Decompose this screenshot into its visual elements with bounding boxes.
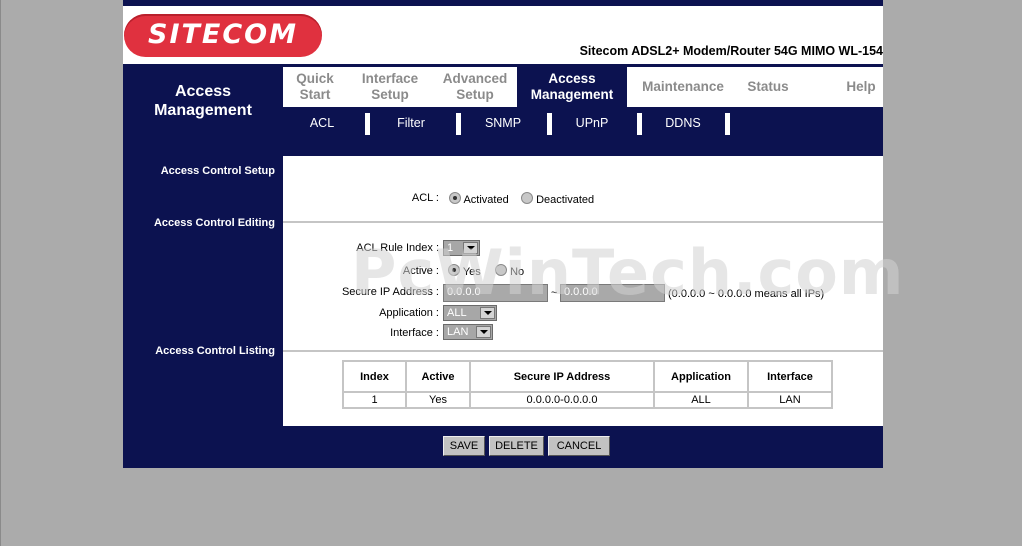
tab-label: Help — [846, 79, 876, 94]
column-header-secure-ip: Secure IP Address — [469, 360, 655, 393]
column-header-index: Index — [342, 360, 407, 393]
tab-label: Status — [747, 79, 789, 94]
subtab-filter[interactable]: Filter — [371, 113, 451, 133]
radio-unchecked-icon[interactable] — [521, 192, 533, 204]
section-title: Access Management — [123, 67, 283, 135]
section-label-editing: Access Control Editing — [153, 217, 275, 229]
tab-interface-setup[interactable]: Interface Setup — [347, 67, 433, 107]
router-page: SITECOM Sitecom ADSL2+ Modem/Router 54G … — [123, 0, 903, 468]
section-label-listing: Access Control Listing — [155, 345, 275, 357]
model-title: Sitecom ADSL2+ Modem/Router 54G MIMO WL-… — [579, 44, 883, 58]
subtab-ddns[interactable]: DDNS — [641, 113, 725, 133]
table-row: 1 Yes 0.0.0.0-0.0.0.0 ALL LAN — [342, 391, 833, 409]
save-button[interactable]: SAVE — [443, 436, 485, 456]
table-cell-application: ALL — [653, 391, 749, 409]
acl-listing-table: Index Active Secure IP Address Applicati… — [342, 360, 833, 409]
tab-label: Maintenance — [642, 79, 724, 94]
logo-text: SITECOM — [148, 19, 298, 50]
section-title-line2: Management — [154, 102, 252, 119]
tab-label-line2: Management — [530, 87, 614, 102]
tab-advanced-setup[interactable]: Advanced Setup — [433, 67, 517, 107]
table-cell-secure-ip: 0.0.0.0-0.0.0.0 — [469, 391, 655, 409]
subtab-upnp[interactable]: UPnP — [553, 113, 631, 133]
cancel-button[interactable]: CANCEL — [548, 436, 610, 456]
page-header: SITECOM Sitecom ADSL2+ Modem/Router 54G … — [123, 0, 883, 64]
tab-quick-start[interactable]: Quick Start — [283, 67, 347, 107]
subnav-separator — [725, 113, 730, 135]
acl-label: ACL : — [411, 192, 439, 204]
column-header-active: Active — [405, 360, 471, 393]
tab-help[interactable]: Help — [831, 67, 891, 107]
column-header-interface: Interface — [747, 360, 833, 393]
subtab-snmp[interactable]: SNMP — [461, 113, 545, 133]
table-cell-active: Yes — [405, 391, 471, 409]
divider — [283, 221, 883, 223]
tab-label-line2: Setup — [456, 87, 494, 102]
column-header-application: Application — [653, 360, 749, 393]
interface-value: LAN — [447, 326, 469, 338]
subnav-separator — [547, 113, 552, 135]
radio-checked-icon[interactable] — [449, 192, 461, 204]
interface-label: Interface : — [390, 327, 439, 339]
acl-deactivated-option[interactable]: Deactivated — [521, 192, 594, 206]
sitecom-logo: SITECOM — [124, 14, 322, 57]
chevron-down-icon — [476, 326, 491, 338]
tab-access-management[interactable]: Access Management — [517, 67, 627, 107]
tab-label-line1: Access — [548, 71, 596, 86]
sub-nav: ACL Filter SNMP UPnP DDNS — [283, 107, 883, 135]
tab-maintenance[interactable]: Maintenance — [633, 67, 733, 107]
section-title-line1: Access — [174, 83, 232, 100]
acl-activated-option[interactable]: Activated — [449, 192, 509, 206]
main-nav: Quick Start Interface Setup Advanced Setup … — [283, 67, 883, 107]
interface-select[interactable]: LAN — [443, 324, 493, 340]
tab-status[interactable]: Status — [738, 67, 798, 107]
divider — [283, 350, 883, 352]
tab-label-line2: Setup — [371, 87, 409, 102]
table-header-row: Index Active Secure IP Address Applicati… — [342, 360, 833, 393]
tab-label-line1: Advanced — [442, 71, 508, 86]
subnav-separator — [365, 113, 370, 135]
table-cell-index: 1 — [342, 391, 407, 409]
tab-label-line1: Interface — [361, 71, 419, 86]
delete-button[interactable]: DELETE — [489, 436, 544, 456]
acl-deactivated-label: Deactivated — [536, 194, 595, 206]
tab-label-line1: Quick — [296, 71, 334, 86]
acl-activated-label: Activated — [463, 194, 509, 206]
tab-label-line2: Start — [299, 87, 331, 102]
subtab-acl[interactable]: ACL — [283, 113, 361, 133]
watermark: PcWinTech.com — [351, 236, 905, 309]
table-cell-interface: LAN — [747, 391, 833, 409]
section-label-setup: Access Control Setup — [160, 165, 275, 177]
